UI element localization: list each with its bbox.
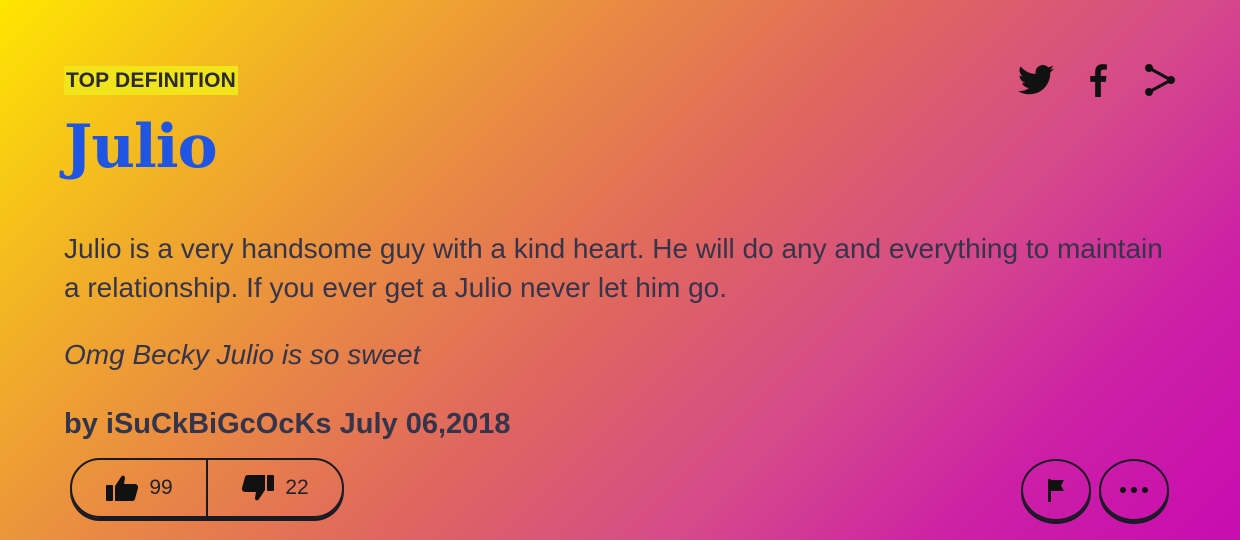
definition-example: Omg Becky Julio is so sweet xyxy=(64,339,421,370)
facebook-icon xyxy=(1090,64,1107,97)
contributor-date: July 06,2018 xyxy=(339,408,511,440)
thumbs-down-button[interactable]: 22 xyxy=(208,460,342,516)
thumbs-up-icon xyxy=(106,475,139,501)
definition-meaning: Julio is a very handsome guy with a kind… xyxy=(64,233,1163,303)
more-dots-icon xyxy=(1120,487,1148,493)
author-link[interactable]: iSuCkBiGcOcKs xyxy=(106,408,332,440)
facebook-share-button[interactable] xyxy=(1078,60,1118,100)
flag-icon xyxy=(1048,479,1064,502)
flag-button[interactable] xyxy=(1021,459,1091,521)
upvote-count: 99 xyxy=(149,476,173,499)
definition-card: TOP DEFINITION Julio Julio is a very han… xyxy=(0,0,1240,540)
thumbs-up-button[interactable]: 99 xyxy=(72,460,208,516)
thumbs-down-icon xyxy=(242,475,275,501)
top-definition-badge: TOP DEFINITION xyxy=(64,66,239,95)
definition-word-link[interactable]: Julio xyxy=(64,112,218,182)
vote-group: 99 22 xyxy=(70,458,344,518)
downvote-count: 22 xyxy=(285,476,309,499)
twitter-icon xyxy=(1018,65,1054,95)
more-options-button[interactable] xyxy=(1099,459,1169,521)
share-icon xyxy=(1145,64,1175,96)
contributor-prefix: by xyxy=(64,408,98,440)
more-share-button[interactable] xyxy=(1140,60,1180,100)
twitter-share-button[interactable] xyxy=(1016,60,1056,100)
contributor-line: by iSuCkBiGcOcKs July 06,2018 xyxy=(64,408,511,441)
